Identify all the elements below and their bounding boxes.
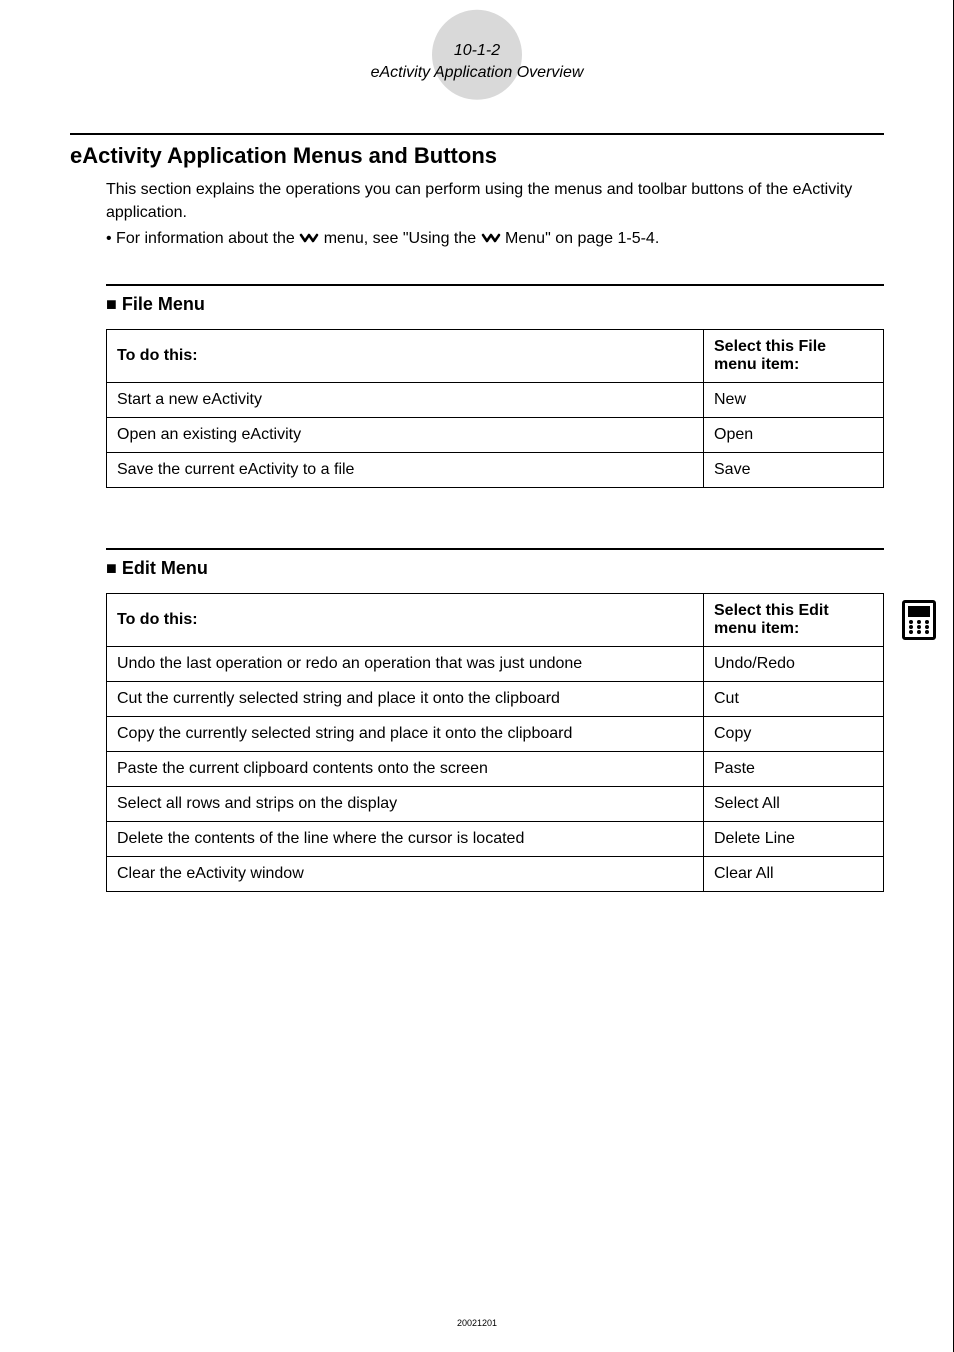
footer-code: 20021201	[0, 1318, 954, 1328]
page-ref: 10-1-2	[70, 40, 884, 62]
calculator-icon	[902, 600, 936, 640]
page-header: 10-1-2 eActivity Application Overview	[70, 40, 884, 83]
page-subtitle: eActivity Application Overview	[70, 62, 884, 84]
